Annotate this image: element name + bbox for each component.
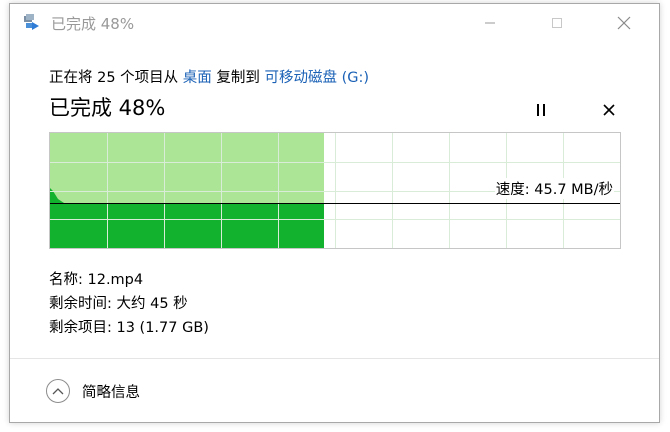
speed-label: 速度: 45.7 MB/秒: [494, 178, 614, 199]
copy-progress-dialog: 已完成 48% 正在将 25 个项目从 桌面 复制到 可移动磁盘 (G:) 已完…: [9, 3, 660, 423]
cancel-button[interactable]: [599, 100, 619, 120]
title-bar[interactable]: 已完成 48%: [10, 4, 659, 42]
operation-prefix: 正在将 25 个项目从: [49, 70, 183, 86]
maximize-button[interactable]: [534, 6, 580, 40]
file-name: 名称: 12.mp4: [49, 272, 144, 288]
fewer-details-button[interactable]: 简略信息: [46, 379, 140, 403]
close-icon: [617, 16, 631, 30]
minimize-icon: [485, 22, 495, 24]
source-link[interactable]: 桌面: [183, 70, 212, 86]
transfer-speed-graph: 速度: 45.7 MB/秒: [49, 132, 621, 249]
progress-status: 已完成 48%: [49, 96, 166, 120]
close-button[interactable]: [601, 6, 647, 40]
operation-middle: 复制到: [211, 70, 265, 86]
chevron-up-icon: [46, 379, 70, 403]
destination-link[interactable]: 可移动磁盘 (G:): [265, 70, 370, 86]
pause-icon: [537, 104, 545, 116]
pause-button[interactable]: [531, 100, 551, 120]
operation-description: 正在将 25 个项目从 桌面 复制到 可移动磁盘 (G:): [49, 66, 369, 87]
dialog-footer: 简略信息: [10, 358, 659, 423]
window-title: 已完成 48%: [51, 15, 135, 33]
fewer-details-label: 简略信息: [82, 384, 140, 401]
minimize-button[interactable]: [467, 6, 513, 40]
maximize-icon: [552, 18, 562, 28]
cancel-icon: [603, 104, 615, 116]
time-remaining: 剩余时间: 大约 45 秒: [49, 296, 188, 312]
file-copy-arrow-icon: [23, 14, 43, 32]
items-remaining: 剩余项目: 13 (1.77 GB): [49, 320, 209, 336]
